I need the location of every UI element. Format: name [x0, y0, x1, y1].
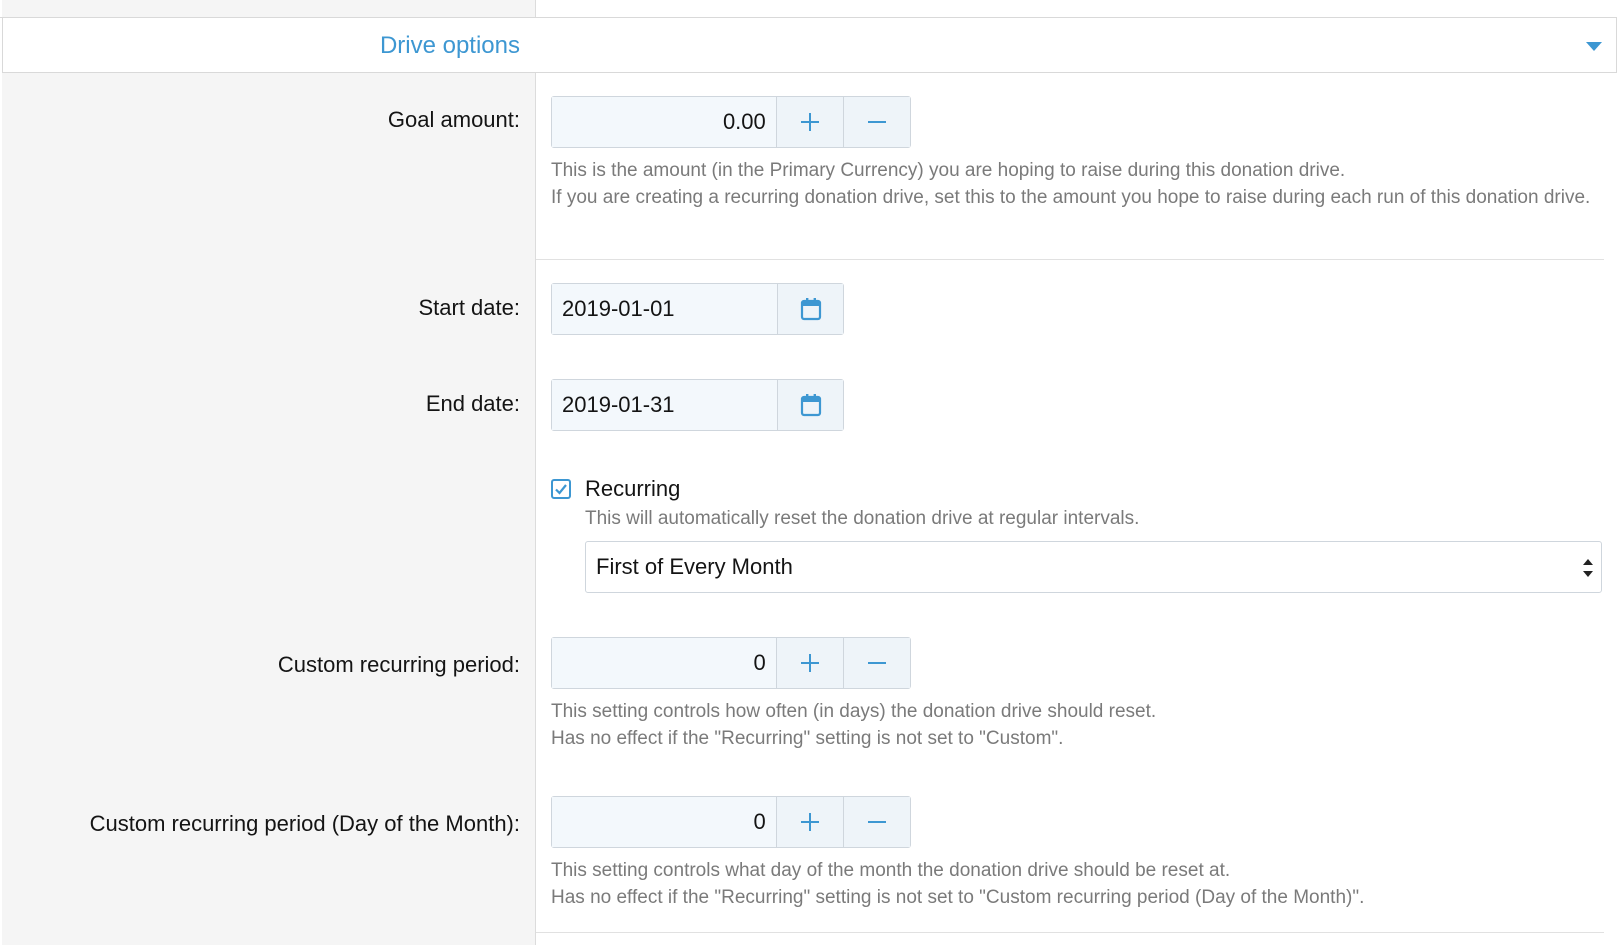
minus-icon — [868, 813, 887, 831]
custom-period-day-help: This setting controls what day of the mo… — [551, 857, 1591, 911]
section-title[interactable]: Drive options — [380, 32, 520, 60]
custom-period-day-increment-button[interactable] — [776, 797, 844, 847]
custom-period-day-stepper: 0 — [551, 796, 911, 848]
caret-down-icon[interactable] — [1586, 42, 1602, 51]
custom-period-day-label: Custom recurring period (Day of the Mont… — [89, 811, 520, 836]
end-date-picker: 2019-01-31 — [551, 379, 844, 431]
start-date-label: Start date: — [418, 295, 520, 320]
goal-amount-label: Goal amount: — [387, 107, 520, 132]
custom-period-label: Custom recurring period: — [277, 652, 520, 677]
custom-period-day-decrement-button[interactable] — [843, 797, 910, 847]
checkmark-icon — [555, 484, 567, 495]
section-header[interactable]: Drive options — [2, 18, 1617, 73]
calendar-icon — [800, 394, 821, 417]
top-strip — [0, 0, 1617, 18]
end-date-label: End date: — [425, 391, 520, 416]
goal-amount-input[interactable]: 0.00 — [552, 97, 777, 147]
goal-amount-help-line2: If you are creating a recurring donation… — [551, 187, 1591, 208]
recurring-checkbox[interactable] — [551, 479, 571, 499]
goal-amount-help-line1: This is the amount (in the Primary Curre… — [551, 160, 1346, 181]
custom-period-decrement-button[interactable] — [843, 638, 910, 688]
goal-amount-increment-button[interactable] — [776, 97, 844, 147]
custom-period-stepper: 0 — [551, 637, 911, 689]
calendar-icon — [800, 298, 821, 321]
start-date-calendar-button[interactable] — [778, 284, 843, 334]
goal-amount-decrement-button[interactable] — [843, 97, 910, 147]
custom-period-increment-button[interactable] — [776, 638, 844, 688]
divider — [536, 932, 1604, 933]
minus-icon — [868, 113, 887, 131]
minus-icon — [868, 654, 887, 672]
updown-icon — [1583, 559, 1593, 577]
end-date-input[interactable]: 2019-01-31 — [552, 380, 778, 430]
custom-period-day-input[interactable]: 0 — [552, 797, 777, 847]
recurring-select-value: First of Every Month — [596, 554, 793, 579]
custom-period-help-line2: Has no effect if the "Recurring" setting… — [551, 728, 1064, 749]
start-date-input[interactable]: 2019-01-01 — [552, 284, 778, 334]
plus-icon — [801, 654, 820, 672]
custom-period-input[interactable]: 0 — [552, 638, 777, 688]
custom-period-help: This setting controls how often (in days… — [551, 698, 1591, 752]
drive-options-page: Drive options Goal amount: 0.00 This is … — [0, 0, 1617, 945]
custom-period-day-help-line2: Has no effect if the "Recurring" setting… — [551, 887, 1365, 908]
plus-icon — [801, 113, 820, 131]
recurring-select[interactable]: First of Every Month — [585, 541, 1602, 593]
recurring-help: This will automatically reset the donati… — [585, 508, 1140, 529]
end-date-calendar-button[interactable] — [778, 380, 843, 430]
recurring-label[interactable]: Recurring — [585, 476, 680, 502]
goal-amount-help: This is the amount (in the Primary Curre… — [551, 157, 1591, 211]
divider — [536, 259, 1604, 260]
start-date-picker: 2019-01-01 — [551, 283, 844, 335]
goal-amount-stepper: 0.00 — [551, 96, 911, 148]
plus-icon — [801, 813, 820, 831]
label-column — [2, 0, 536, 945]
custom-period-help-line1: This setting controls how often (in days… — [551, 701, 1157, 722]
custom-period-day-help-line1: This setting controls what day of the mo… — [551, 860, 1231, 881]
